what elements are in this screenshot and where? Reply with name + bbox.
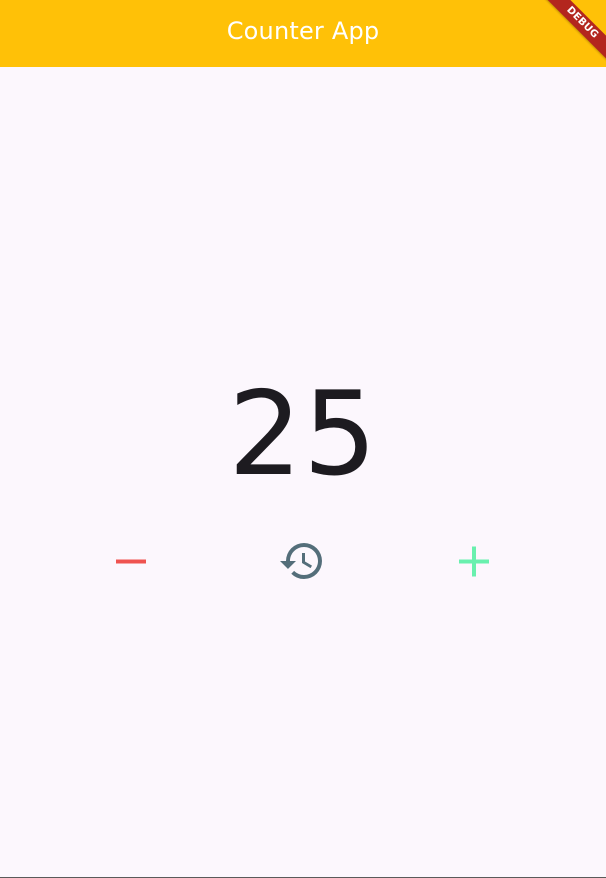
increment-button[interactable] <box>450 537 498 585</box>
counter-value: 25 <box>228 367 378 502</box>
decrement-button[interactable] <box>107 537 155 585</box>
app-bar: Counter App <box>0 0 606 67</box>
plus-icon <box>459 546 489 577</box>
history-icon <box>280 543 322 579</box>
app-title: Counter App <box>226 17 380 45</box>
counter-controls <box>0 536 606 586</box>
reset-button[interactable] <box>278 537 326 585</box>
minus-icon <box>116 559 146 564</box>
